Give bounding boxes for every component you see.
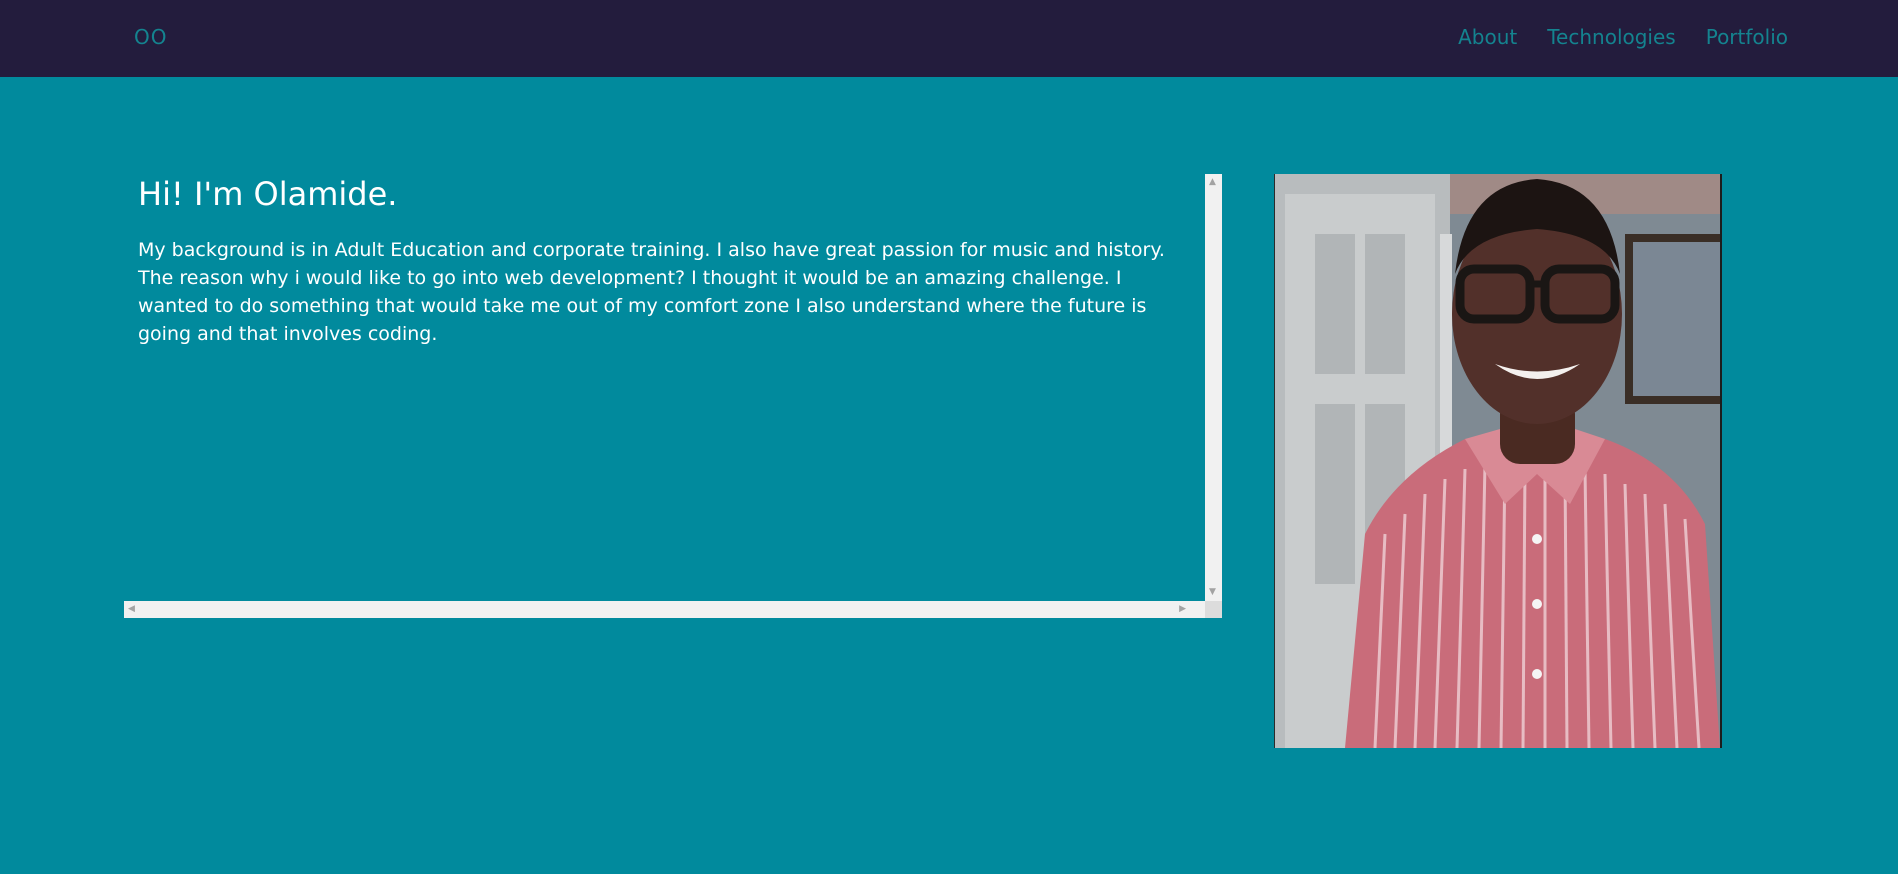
brand-logo-link[interactable]: OO [134,25,167,49]
profile-photo [1274,174,1722,748]
vertical-scrollbar[interactable]: ▲ ▼ [1205,174,1222,601]
about-text: My background is in Adult Education and … [138,239,1165,345]
nav-link-about[interactable]: About [1458,25,1517,49]
about-title: Hi! I'm Olamide. [138,175,398,213]
scroll-up-icon[interactable]: ▲ [1209,178,1216,187]
about-section[interactable]: Hi! I'm Olamide. My background is in Adu… [124,174,1222,618]
nav-links: About Technologies Portfolio [1458,25,1788,49]
nav-link-portfolio[interactable]: Portfolio [1706,25,1788,49]
scrollbar-corner [1205,601,1222,618]
scroll-down-icon[interactable]: ▼ [1209,588,1216,597]
scroll-left-icon[interactable]: ◀ [128,605,135,614]
horizontal-scrollbar[interactable]: ◀ ▶ [124,601,1205,618]
scroll-right-icon[interactable]: ▶ [1179,605,1186,614]
navbar: OO About Technologies Portfolio [0,0,1898,77]
nav-link-technologies[interactable]: Technologies [1547,25,1675,49]
